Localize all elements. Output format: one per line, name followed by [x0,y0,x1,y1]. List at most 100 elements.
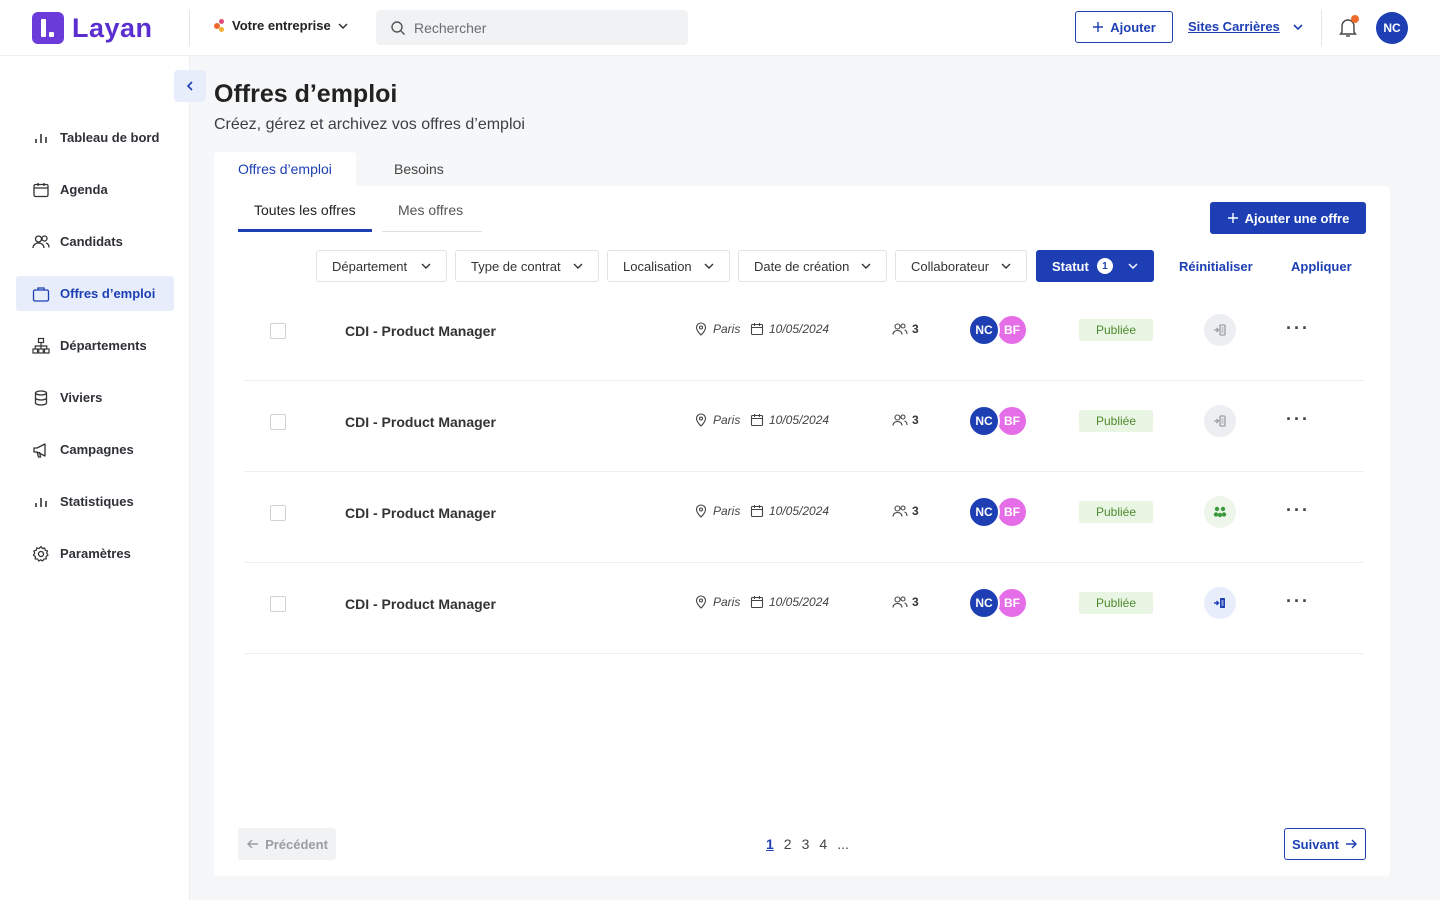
tab-job-offers[interactable]: Offres d’emploi [214,152,356,186]
next-page-button[interactable]: Suivant [1284,828,1366,860]
sidebar-item-job-offers[interactable]: Offres d’emploi [16,276,174,311]
header-add-button[interactable]: Ajouter [1075,11,1173,43]
sidebar-item-settings[interactable]: Paramètres [16,536,174,571]
offer-title[interactable]: CDI - Product Manager [345,414,496,430]
table-row[interactable]: CDI - Product Manager Paris 10/05/2024 3… [244,563,1364,654]
candidate-count: 3 [892,595,919,609]
filter-creation-date[interactable]: Date de création [738,250,887,282]
sidebar-collapse-button[interactable] [174,70,206,102]
filter-collaborator[interactable]: Collaborateur [895,250,1027,282]
subtab-all-offers[interactable]: Toutes les offres [238,202,372,232]
filter-count-badge: 1 [1096,258,1113,274]
collaborator-avatar[interactable]: NC [968,587,1000,619]
offer-location: Paris [694,504,740,518]
add-offer-button[interactable]: Ajouter une offre [1210,202,1366,234]
collaborator-avatar[interactable]: NC [968,405,1000,437]
count-text: 3 [912,322,919,336]
offer-title[interactable]: CDI - Product Manager [345,505,496,521]
collaborator-avatar[interactable]: BF [996,314,1028,346]
company-name: Votre entreprise [232,18,331,33]
database-icon [34,389,48,406]
sidebar-item-dashboard[interactable]: Tableau de bord [16,120,174,155]
date-text: 10/05/2024 [769,322,830,336]
filter-status[interactable]: Statut 1 [1036,250,1154,282]
add-offer-label: Ajouter une offre [1244,210,1350,226]
offer-title[interactable]: CDI - Product Manager [345,596,496,612]
row-checkbox[interactable] [270,505,286,521]
subtab-my-offers[interactable]: Mes offres [382,202,482,232]
bar-chart-icon [35,497,47,507]
header-divider [1321,10,1322,46]
map-pin-icon [695,322,707,336]
integration-icon[interactable] [1204,496,1236,528]
page-link-current[interactable]: 1 [766,836,774,852]
filter-label: Localisation [623,258,692,274]
calendar-icon [33,182,49,197]
page-link[interactable]: 4 [819,836,827,852]
app-logo[interactable]: Layan [32,12,153,44]
table-row[interactable]: CDI - Product Manager Paris 10/05/2024 3… [244,472,1364,563]
integration-icon[interactable] [1204,405,1236,437]
career-sites-menu[interactable]: Sites Carrières [1188,19,1304,34]
reset-filters-link[interactable]: Réinitialiser [1179,259,1253,274]
top-header: Layan Votre entreprise Ajouter Sites Car… [0,0,1440,56]
candidate-count: 3 [892,413,919,427]
company-selector[interactable]: Votre entreprise [212,18,349,33]
sidebar-item-label: Statistiques [60,494,134,509]
location-text: Paris [713,504,741,518]
user-avatar[interactable]: NC [1376,12,1408,44]
collaborator-avatar[interactable]: BF [996,587,1028,619]
previous-page-button[interactable]: Précédent [238,828,336,860]
filter-label: Date de création [754,258,850,274]
table-row[interactable]: CDI - Product Manager Paris 10/05/2024 3… [244,290,1364,381]
collaborator-avatar[interactable]: BF [996,405,1028,437]
calendar-icon [750,414,764,427]
header-divider [189,10,190,46]
integration-icon[interactable] [1204,314,1236,346]
notification-dot [1351,15,1359,23]
table-row[interactable]: CDI - Product Manager Paris 10/05/2024 3… [244,381,1364,472]
more-options-icon[interactable]: ··· [1286,500,1310,521]
filter-location[interactable]: Localisation [607,250,730,282]
collaborator-avatar[interactable]: BF [996,496,1028,528]
plus-icon [1227,213,1238,223]
page-link[interactable]: 3 [802,836,810,852]
integration-icon[interactable] [1204,587,1236,619]
offer-date: 10/05/2024 [750,322,829,336]
megaphone-icon [33,442,46,458]
more-options-icon[interactable]: ··· [1286,318,1310,339]
row-checkbox[interactable] [270,323,286,339]
sidebar-item-label: Campagnes [60,442,134,457]
offers-card: Toutes les offres Mes offres Ajouter une… [214,186,1390,876]
more-options-icon[interactable]: ··· [1286,591,1310,612]
users-icon [892,596,908,608]
search-input[interactable] [414,19,664,36]
status-badge: Publiée [1079,319,1153,341]
filter-department[interactable]: Département [316,250,447,282]
sidebar-item-departments[interactable]: Départements [16,328,174,363]
sidebar-item-candidates[interactable]: Candidats [16,224,174,259]
sidebar-item-statistics[interactable]: Statistiques [16,484,174,519]
row-checkbox[interactable] [270,414,286,430]
tab-needs[interactable]: Besoins [370,152,468,186]
sidebar-item-pools[interactable]: Viviers [16,380,174,415]
sidebar-item-agenda[interactable]: Agenda [16,172,174,207]
location-text: Paris [713,595,741,609]
date-text: 10/05/2024 [769,595,830,609]
arrow-right-icon [1345,839,1357,849]
career-sites-link[interactable]: Sites Carrières [1188,19,1280,34]
page-link[interactable]: 2 [784,836,792,852]
collaborator-avatar[interactable]: NC [968,314,1000,346]
chevron-down-icon [1001,263,1011,269]
collaborator-avatar[interactable]: NC [968,496,1000,528]
status-badge: Publiée [1079,410,1153,432]
offer-title[interactable]: CDI - Product Manager [345,323,496,339]
candidate-count: 3 [892,322,919,336]
status-badge: Publiée [1079,501,1153,523]
offer-date: 10/05/2024 [750,413,829,427]
sidebar-item-campaigns[interactable]: Campagnes [16,432,174,467]
filter-contract-type[interactable]: Type de contrat [455,250,599,282]
row-checkbox[interactable] [270,596,286,612]
apply-filters-link[interactable]: Appliquer [1291,259,1352,274]
more-options-icon[interactable]: ··· [1286,409,1310,430]
